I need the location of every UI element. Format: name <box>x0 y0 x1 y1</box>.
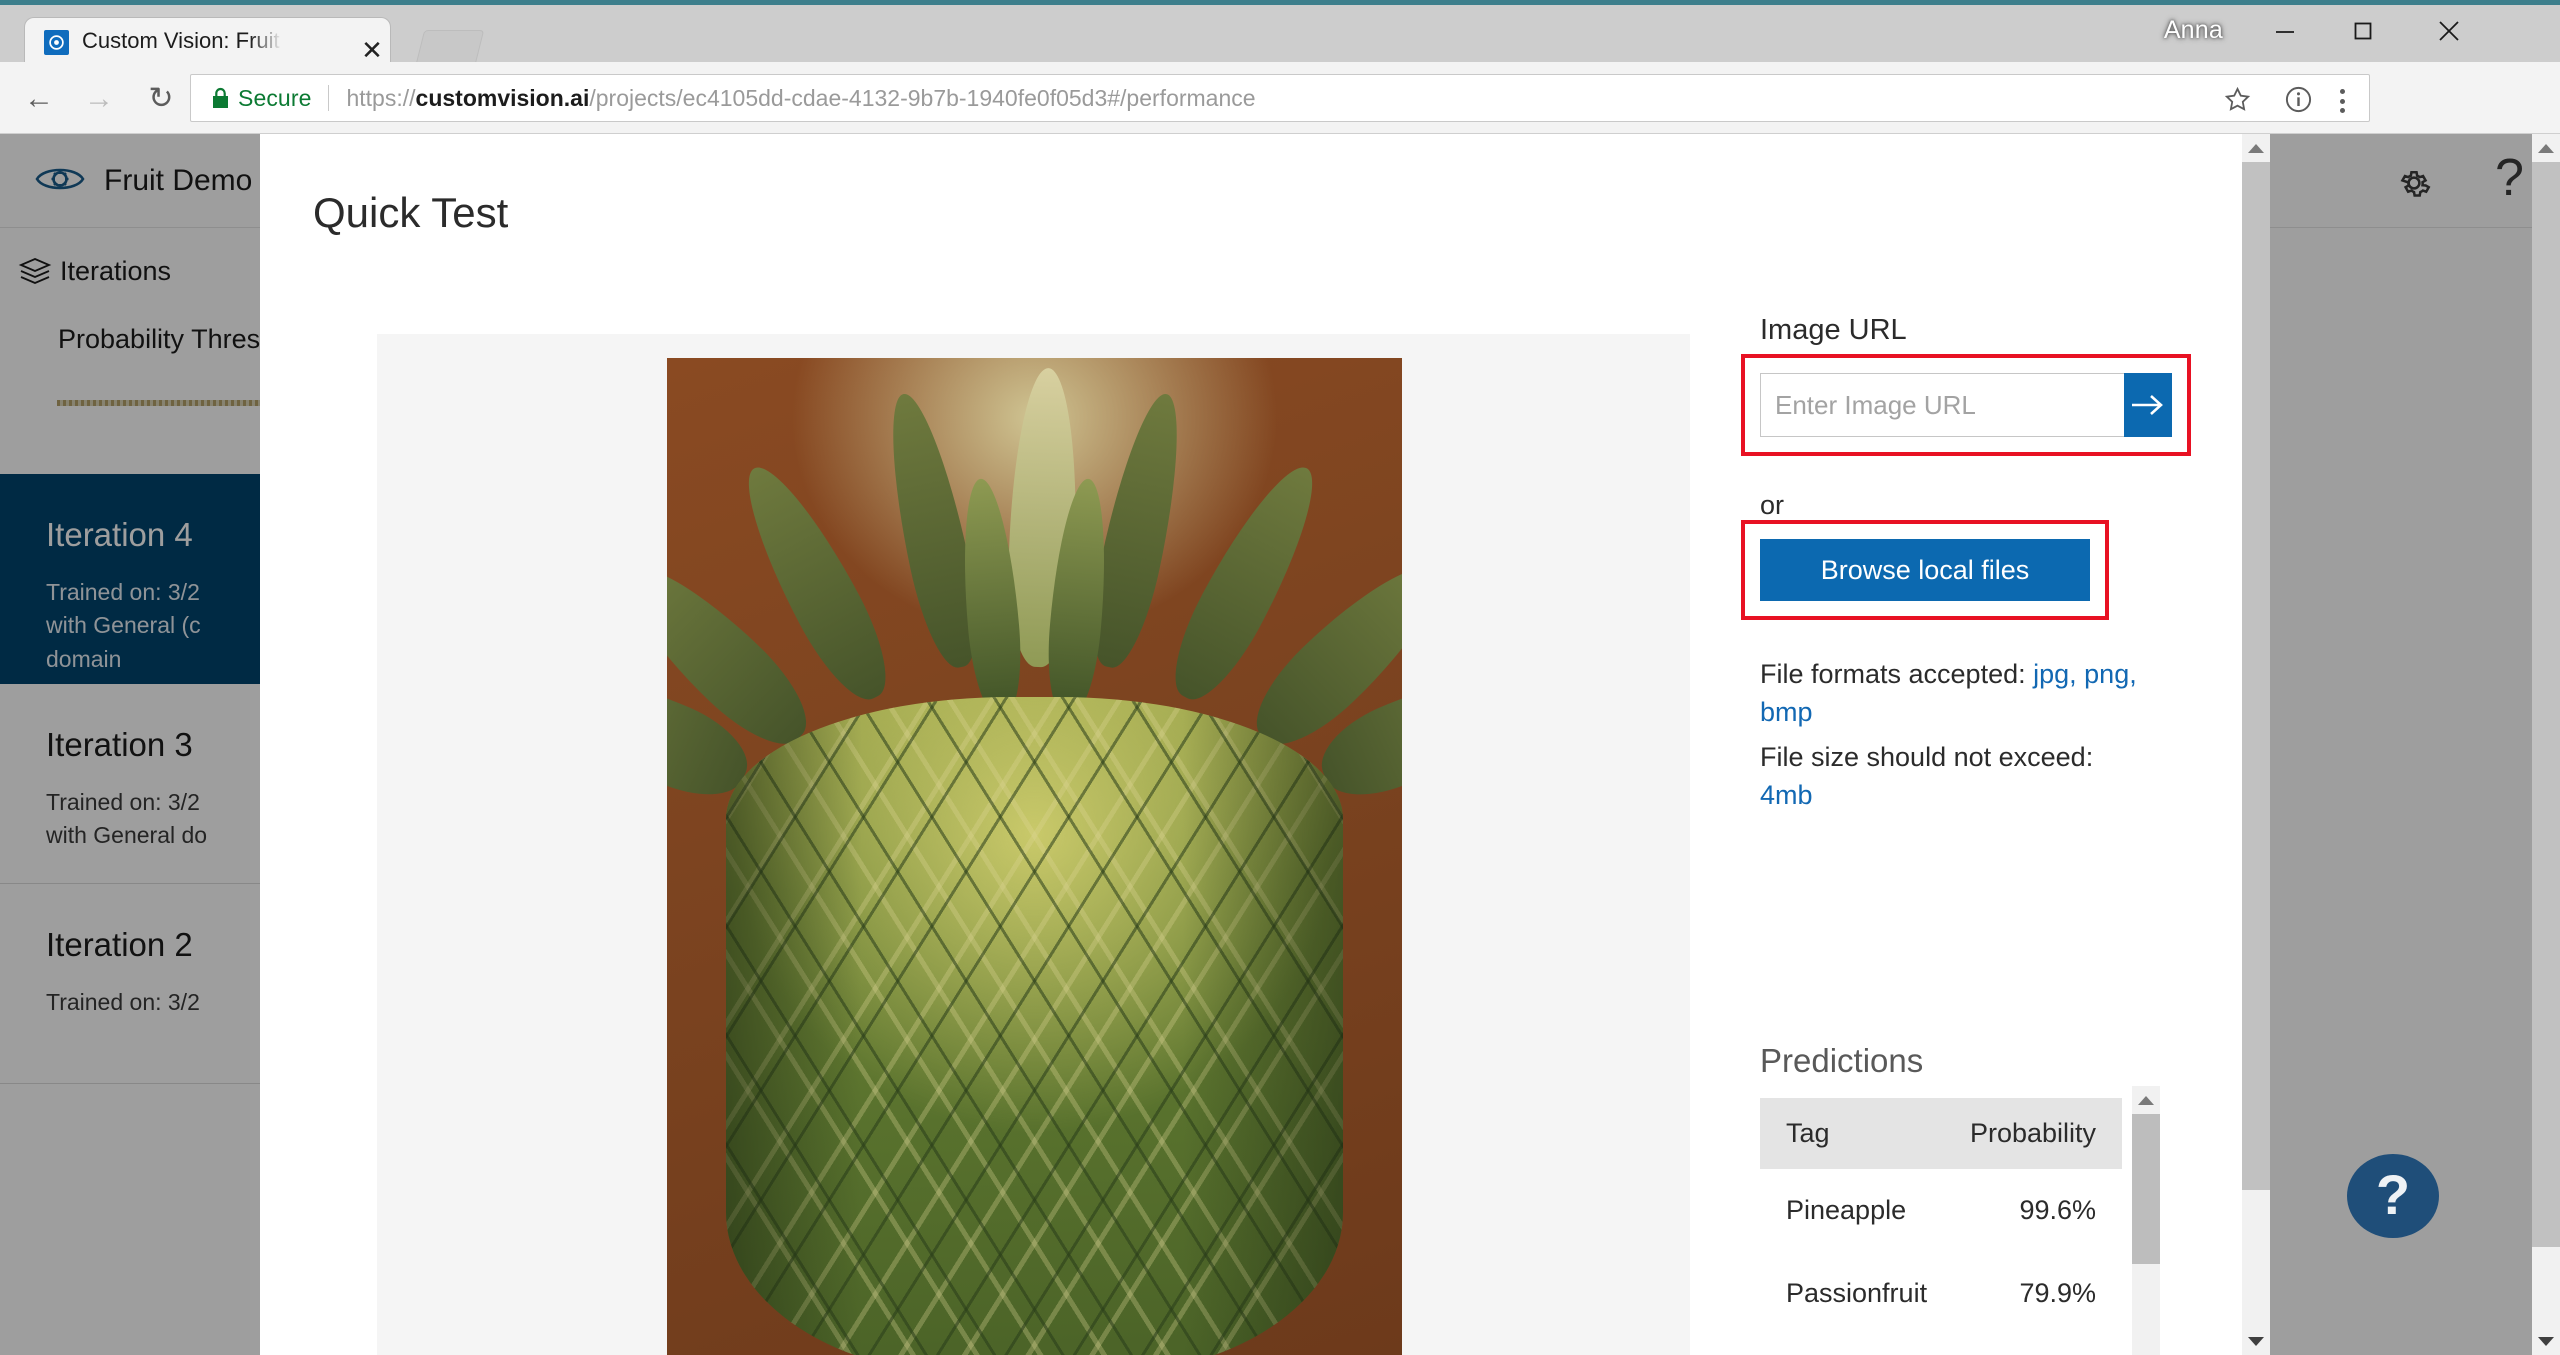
user-profile-label[interactable]: Anna <box>2164 16 2223 45</box>
pineapple-shading <box>725 696 1344 1355</box>
back-button[interactable]: ← <box>16 76 62 122</box>
bookmark-star-icon[interactable] <box>2224 86 2251 118</box>
image-url-input[interactable] <box>1760 373 2124 437</box>
forward-button[interactable]: → <box>76 76 122 122</box>
arrow-left-icon: ← <box>24 82 54 115</box>
browse-local-files-button[interactable]: Browse local files <box>1760 539 2090 601</box>
browser-titlebar: Custom Vision: Fruit Dem ✕ Anna <box>0 0 2560 64</box>
omnibox-divider <box>328 85 330 111</box>
file-size-value: 4mb <box>1760 779 1813 810</box>
cell-tag: Pineapple <box>1760 1169 1950 1252</box>
file-size-prefix: File size should not exceed: <box>1760 741 2094 772</box>
help-chat-bubble[interactable]: ? <box>2343 1152 2451 1250</box>
new-tab-button[interactable] <box>415 30 485 64</box>
browser-window: Custom Vision: Fruit Dem ✕ Anna ← → ↻ Se… <box>0 0 2560 1355</box>
lock-icon <box>212 87 229 109</box>
quick-test-modal: Quick Test Image URL Enter Image URL or … <box>260 134 2270 1355</box>
custom-vision-icon <box>44 30 69 55</box>
cell-probability: 79.9% <box>1949 1252 2122 1335</box>
cell-tag: Passionfruit <box>1760 1252 1950 1335</box>
page-viewport: Fruit Demo ? Iterations Probability Thre… <box>0 134 2560 1355</box>
modal-title: Quick Test <box>313 189 509 236</box>
scrollbar-thumb[interactable] <box>2242 162 2270 1190</box>
scroll-up-icon[interactable] <box>2532 134 2560 162</box>
arrow-right-icon: → <box>84 82 114 115</box>
scrollbar-thumb[interactable] <box>2532 162 2560 1247</box>
predictions-title: Predictions <box>1760 1042 1924 1079</box>
table-header-row: Tag Probability <box>1760 1098 2122 1169</box>
scroll-down-icon[interactable] <box>2242 1327 2270 1355</box>
scroll-up-icon[interactable] <box>2242 134 2270 162</box>
predictions-section: Predictions Tag Probability Pineapple 99… <box>1760 1042 2160 1355</box>
table-row[interactable]: Pineapple 99.6% <box>1760 1169 2122 1252</box>
svg-text:?: ? <box>2376 1163 2410 1226</box>
browser-toolbar: ← → ↻ Secure https://customvision.ai/pro… <box>0 62 2560 134</box>
cell-probability: 99.6% <box>1949 1169 2122 1252</box>
pineapple-photo <box>667 358 1402 1355</box>
window-close-button[interactable] <box>2410 0 2488 62</box>
or-separator-label: or <box>1760 490 1785 520</box>
scroll-up-icon[interactable] <box>2132 1086 2160 1114</box>
page-info-icon[interactable] <box>2284 85 2313 119</box>
browser-tab-title: Custom Vision: Fruit Dem <box>82 28 282 53</box>
column-header-tag: Tag <box>1760 1098 1950 1169</box>
quick-test-side-panel: Image URL or Browse local files File for… <box>1741 314 2230 815</box>
predictions-scrollbar[interactable] <box>2132 1086 2160 1355</box>
scroll-down-icon[interactable] <box>2532 1327 2560 1355</box>
browser-menu-icon[interactable] <box>2329 87 2355 115</box>
security-status-label: Secure <box>238 84 312 111</box>
image-url-field-highlight <box>1741 354 2191 456</box>
tab-close-icon[interactable]: ✕ <box>361 37 383 63</box>
file-formats-prefix: File formats accepted: <box>1760 659 2034 689</box>
address-bar[interactable]: Secure https://customvision.ai/projects/… <box>190 74 2370 122</box>
submit-url-button[interactable] <box>2124 373 2172 437</box>
url-path: /projects/ec4105dd-cdae-4132-9b7b-1940fe… <box>589 84 1256 111</box>
reload-button[interactable]: ↻ <box>138 76 184 122</box>
url-scheme: https:// <box>346 84 416 111</box>
cell-probability: 18.6% <box>1949 1335 2122 1355</box>
column-header-probability: Probability <box>1949 1098 2122 1169</box>
url-text: https://customvision.ai/projects/ec4105d… <box>346 85 1255 112</box>
window-minimize-button[interactable] <box>2246 0 2324 62</box>
pineapple-body <box>725 696 1344 1355</box>
url-host: customvision.ai <box>415 84 590 111</box>
scrollbar-thumb[interactable] <box>2132 1114 2160 1264</box>
image-url-label: Image URL <box>1760 314 1907 346</box>
file-size-note: File size should not exceed: 4mb <box>1760 738 2110 815</box>
image-preview-pane <box>377 334 1690 1355</box>
window-maximize-button[interactable] <box>2324 0 2402 62</box>
file-formats-note: File formats accepted: jpg, png, bmp <box>1760 655 2168 732</box>
modal-scrollbar[interactable] <box>2242 134 2270 1355</box>
cell-tag: Coconut <box>1760 1335 1950 1355</box>
browse-button-highlight: Browse local files <box>1741 520 2109 620</box>
table-row[interactable]: Passionfruit 79.9% <box>1760 1252 2122 1335</box>
reload-icon: ↻ <box>148 82 174 115</box>
predictions-table: Tag Probability Pineapple 99.6% Passionf… <box>1760 1098 2122 1355</box>
titlebar-accent <box>0 0 2560 5</box>
page-scrollbar[interactable] <box>2532 134 2560 1355</box>
table-row[interactable]: Coconut 18.6% <box>1760 1335 2122 1355</box>
